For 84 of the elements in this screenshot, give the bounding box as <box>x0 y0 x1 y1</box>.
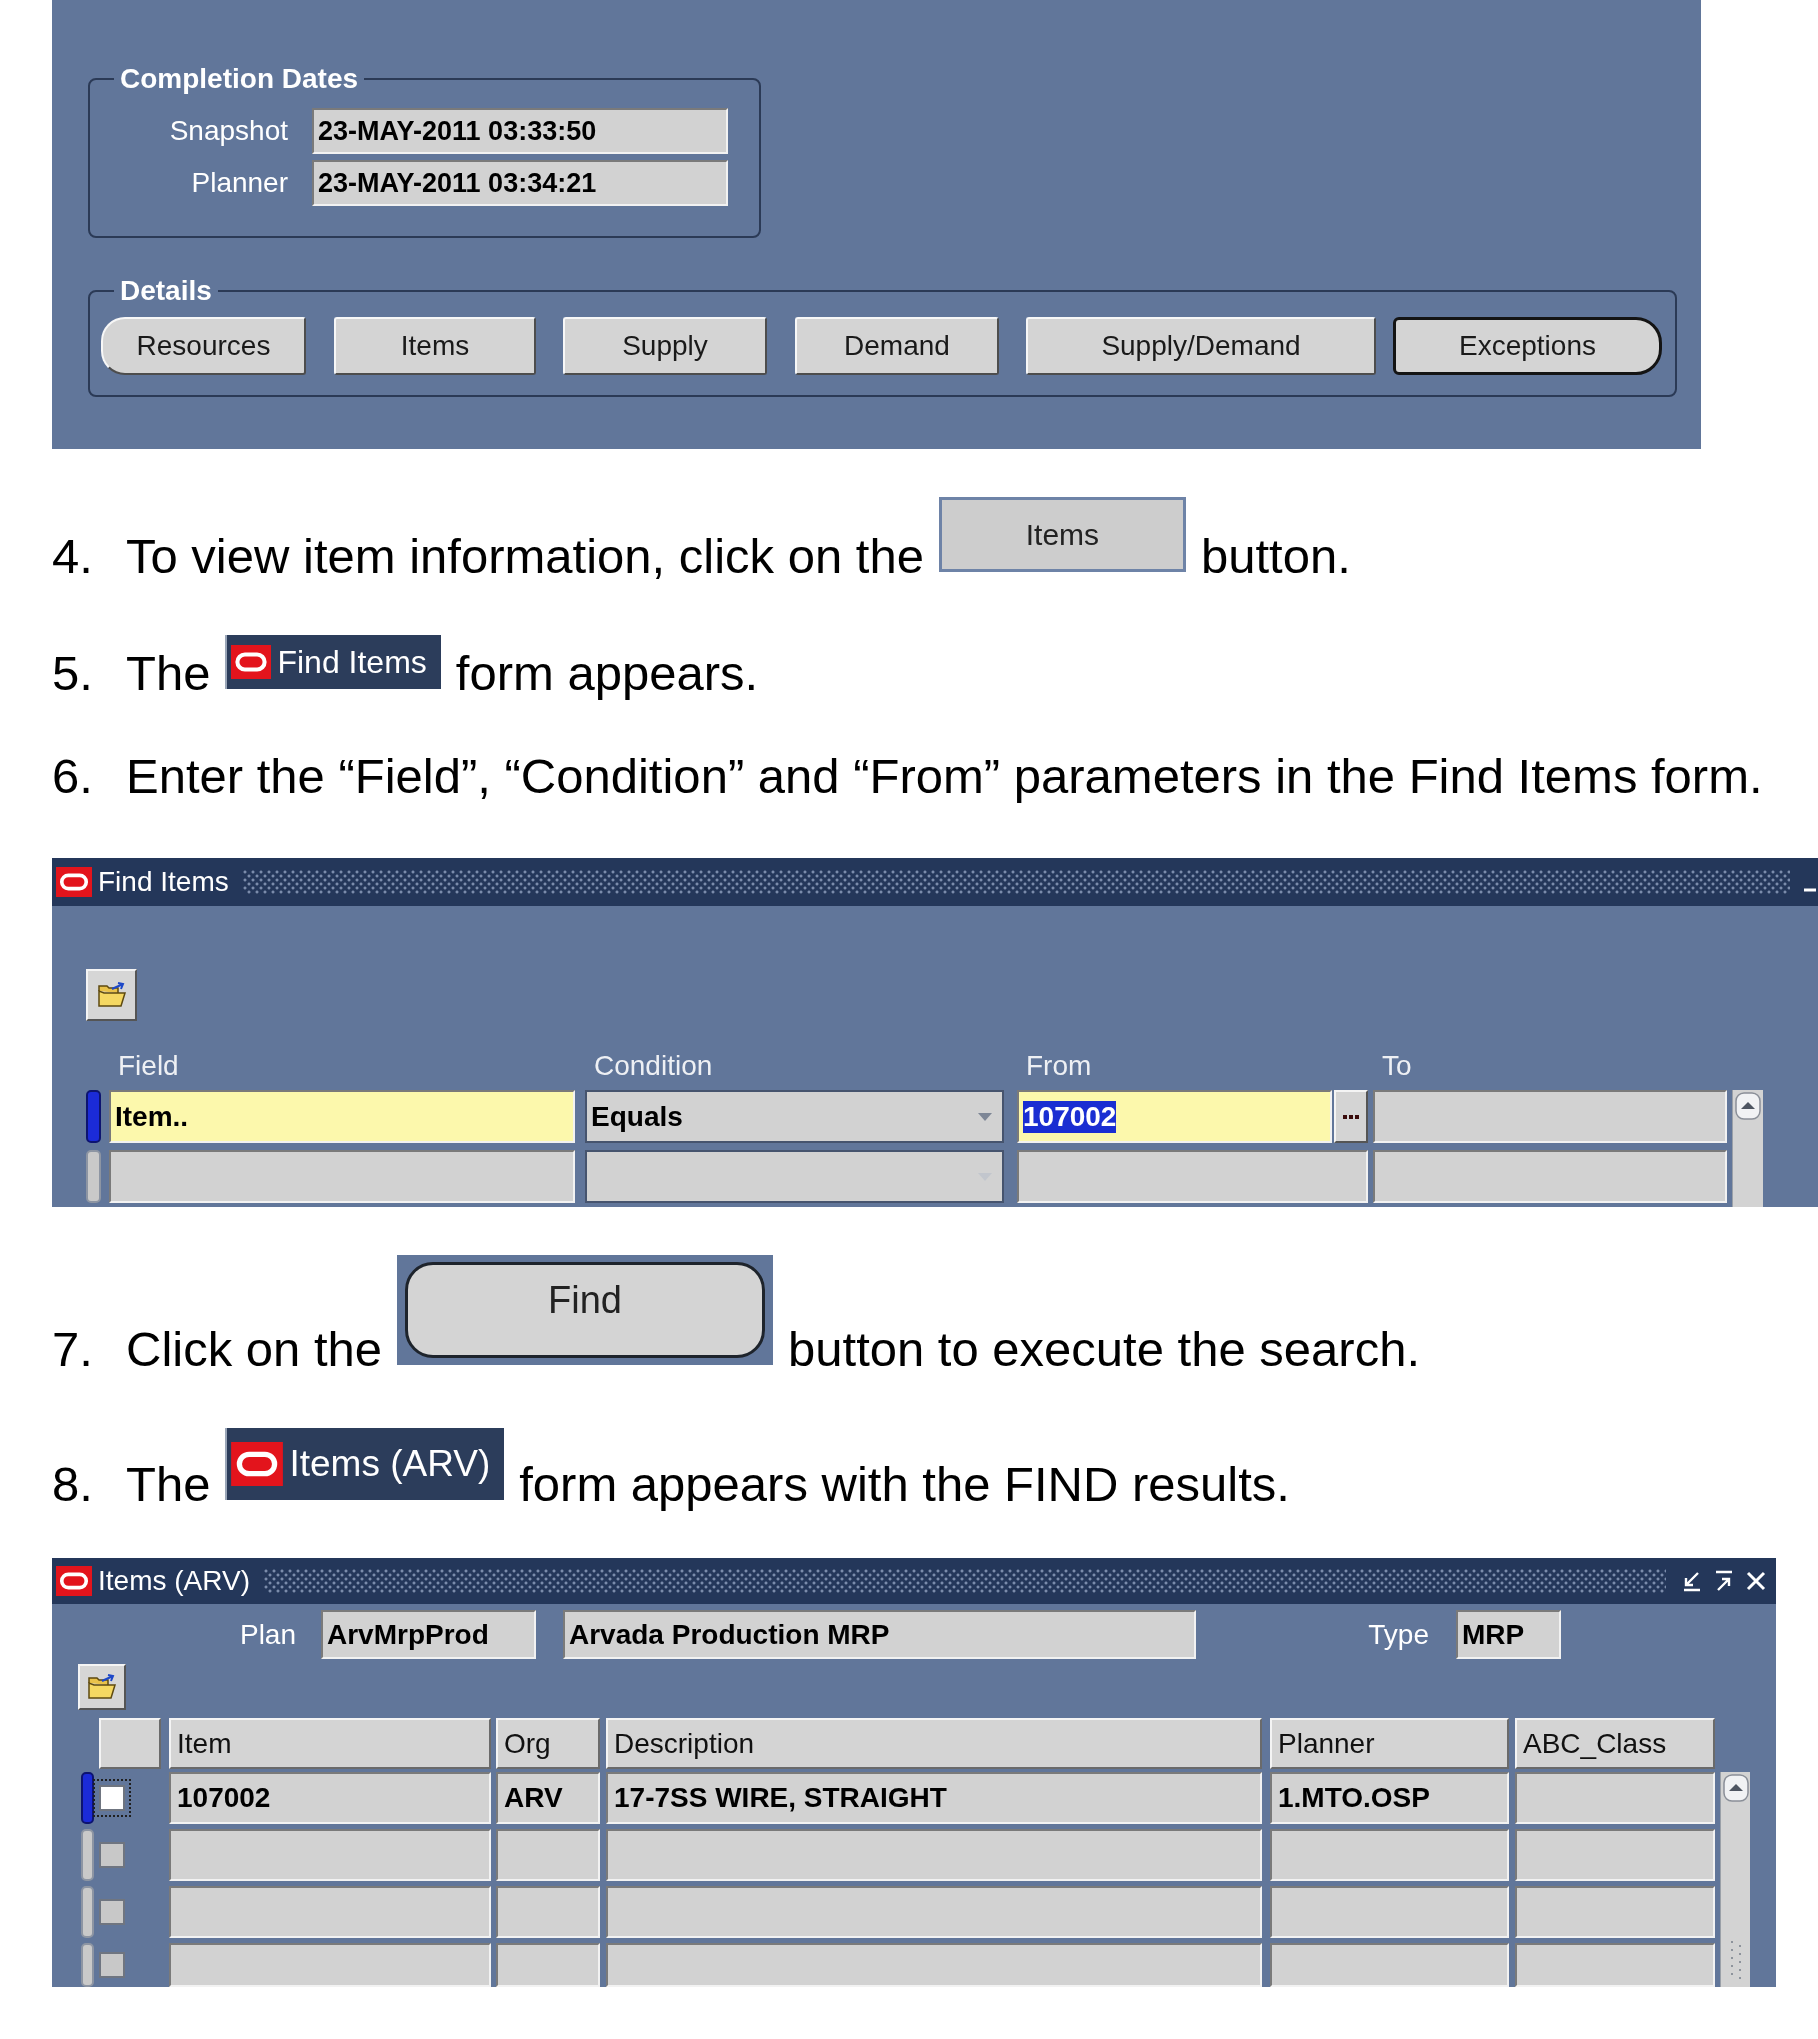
column-label: Condition <box>593 1052 714 1080</box>
action-button[interactable]: Supply <box>563 317 767 375</box>
field-label: Planner <box>190 167 288 199</box>
action-button[interactable]: Resources <box>101 317 306 375</box>
table-cell: 107002 <box>169 1772 491 1824</box>
column-header[interactable]: Description <box>606 1718 1262 1769</box>
step-text: The <box>126 1460 211 1509</box>
checkbox[interactable] <box>99 1899 125 1925</box>
step-number: 5. <box>52 649 94 698</box>
folder-icon <box>87 1674 117 1700</box>
step-text: Enter the “Field”, “Condition” and “From” parameters in the Find Items form. <box>126 752 1763 801</box>
step-number: 7. <box>52 1325 94 1374</box>
step-text: The <box>126 649 211 698</box>
logo-icon <box>56 867 92 897</box>
folder-button[interactable] <box>78 1664 126 1710</box>
action-button[interactable]: Exceptions <box>1393 317 1662 375</box>
window-title: Items (ARV) <box>98 1565 250 1597</box>
action-button[interactable]: Items <box>938 497 1186 572</box>
text-field[interactable] <box>109 1150 575 1203</box>
header-cell <box>99 1718 161 1769</box>
scroll-up-icon[interactable] <box>1722 1774 1749 1802</box>
column-header[interactable]: Item <box>169 1718 491 1769</box>
step-number: 8. <box>52 1460 94 1509</box>
window-title: Items (ARV) <box>289 1443 491 1485</box>
scroll-up-icon[interactable] <box>1735 1092 1761 1120</box>
table-cell: 17-7SS WIRE, STRAIGHT <box>606 1772 1262 1824</box>
group-title: Completion Dates <box>119 65 360 93</box>
column-header[interactable]: ABC_Class <box>1515 1718 1715 1769</box>
text-field[interactable]: Item.. <box>109 1090 575 1143</box>
column-label: To <box>1381 1052 1413 1080</box>
row-indicator[interactable] <box>86 1150 101 1203</box>
ellipsis-icon <box>1343 1114 1359 1119</box>
action-button[interactable]: Find <box>405 1262 765 1358</box>
column-header[interactable]: Planner <box>1270 1718 1509 1769</box>
window-title: Find Items <box>98 866 229 898</box>
text-field[interactable]: ArvMrpProd <box>321 1610 536 1659</box>
dropdown-field[interactable] <box>585 1150 1004 1203</box>
step-text: button to execute the search. <box>788 1325 1420 1374</box>
text-field[interactable] <box>1373 1090 1727 1143</box>
checkbox[interactable] <box>99 1842 125 1868</box>
text-field[interactable] <box>1373 1150 1727 1203</box>
row-indicator[interactable] <box>81 1943 94 1987</box>
step-text: Click on the <box>126 1325 382 1374</box>
field-label: Snapshot <box>168 115 288 147</box>
step-text: To view item information, click on the <box>126 532 924 581</box>
step-text: button. <box>1200 532 1351 581</box>
table-cell: 1.MTO.OSP <box>1270 1772 1509 1824</box>
action-button[interactable]: Demand <box>795 317 999 375</box>
step-number: 6. <box>52 752 94 801</box>
step-text: form appears. <box>455 649 759 698</box>
checkbox[interactable] <box>99 1952 125 1978</box>
logo-icon <box>56 1566 92 1596</box>
close-icon[interactable] <box>1744 1569 1768 1593</box>
field-label: Plan <box>238 1618 296 1651</box>
row-indicator[interactable] <box>86 1090 101 1143</box>
dropdown-field[interactable]: Equals <box>585 1090 1004 1143</box>
logo-icon <box>231 645 272 679</box>
table-cell: ARV <box>496 1772 600 1824</box>
row-indicator[interactable] <box>81 1829 94 1881</box>
folder-button[interactable] <box>86 969 137 1021</box>
column-label: From <box>1025 1052 1093 1080</box>
folder-icon <box>96 982 127 1008</box>
action-button[interactable]: Items <box>334 317 536 375</box>
row-indicator[interactable] <box>81 1772 94 1824</box>
step-number: 4. <box>52 532 94 581</box>
window-title: Find Items <box>277 643 427 681</box>
caret-icon[interactable] <box>978 1112 992 1121</box>
logo-icon <box>231 1442 284 1486</box>
scrollbar[interactable] <box>1732 1090 1763 1207</box>
column-label: Field <box>117 1052 180 1080</box>
lov-button[interactable] <box>1334 1090 1368 1143</box>
date-field[interactable]: 23-MAY-2011 03:33:50 <box>312 108 728 154</box>
date-field[interactable]: 23-MAY-2011 03:34:21 <box>312 160 728 206</box>
text-field[interactable]: 107002 <box>1017 1090 1332 1143</box>
text-field[interactable]: Arvada Production MRP <box>563 1610 1196 1659</box>
text-field[interactable] <box>1017 1150 1368 1203</box>
action-button[interactable]: Supply/Demand <box>1026 317 1376 375</box>
row-indicator[interactable] <box>81 1886 94 1938</box>
text-field[interactable]: MRP <box>1456 1610 1561 1659</box>
group-title: Details <box>119 277 213 305</box>
step-text: form appears with the FIND results. <box>519 1460 1290 1509</box>
column-header[interactable]: Org <box>496 1718 600 1769</box>
scrollbar[interactable] <box>1720 1772 1750 1987</box>
field-label: Type <box>1367 1618 1429 1651</box>
